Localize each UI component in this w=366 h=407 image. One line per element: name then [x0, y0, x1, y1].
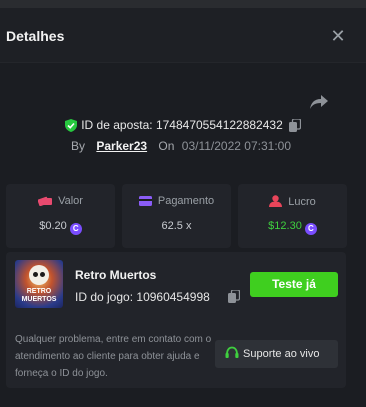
skull-icon — [29, 265, 49, 285]
bet-id-value: 1748470554122882432 — [155, 118, 283, 132]
close-icon[interactable]: ✕ — [326, 24, 350, 48]
stat-valor: Valor $0.20 C — [6, 184, 115, 248]
live-support-button[interactable]: Suporte ao vivo — [215, 340, 338, 368]
play-button[interactable]: Teste já — [250, 272, 338, 297]
coin-icon: C — [69, 223, 82, 235]
stat-label: Pagamento — [157, 195, 215, 207]
top-strip — [0, 0, 366, 8]
game-id-label: ID do jogo: — [75, 290, 134, 304]
copy-icon[interactable] — [228, 289, 241, 308]
game-id: ID do jogo: 10960454998 — [75, 290, 210, 304]
share-icon[interactable] — [309, 94, 331, 112]
stat-value: $12.30 — [268, 220, 302, 232]
stat-pagamento: Pagamento 62.5 x — [122, 184, 231, 248]
game-thumbnail[interactable]: RETRO MUERTOS — [15, 260, 63, 308]
by-label: By — [71, 139, 86, 153]
stat-lucro: Lucro $12.30 C — [238, 184, 347, 248]
user-icon — [269, 195, 283, 210]
thumb-title-1: RETRO — [26, 288, 52, 295]
thumb-title-2: MUERTOS — [21, 296, 57, 303]
support-label: Suporte ao vivo — [243, 348, 320, 360]
bet-datetime: 03/11/2022 07:31:00 — [181, 139, 291, 153]
on-label: On — [158, 139, 175, 153]
stat-label: Valor — [58, 195, 83, 207]
bet-id-line: ID de aposta: 1748470554122882432 — [0, 118, 366, 135]
help-text: Qualquer problema, entre em contato com … — [15, 334, 212, 379]
card-icon — [138, 196, 152, 209]
panel-title: Detalhes — [6, 28, 65, 44]
details-panel: Detalhes ✕ ID de aposta: 174847055412288… — [0, 8, 366, 407]
panel-header: Detalhes ✕ — [0, 8, 366, 63]
stat-value: $0.20 — [39, 220, 67, 232]
headset-icon — [225, 343, 239, 371]
user-link[interactable]: Parker23 — [96, 139, 147, 153]
bet-id-label: ID de aposta: — [81, 118, 153, 132]
stat-label: Lucro — [288, 196, 316, 208]
game-name: Retro Muertos — [75, 268, 157, 282]
money-icon — [37, 195, 53, 209]
bet-byline: By Parker23 On 03/11/2022 07:31:00 — [71, 139, 291, 153]
stat-value: 62.5 x — [161, 220, 192, 232]
game-id-value: 10960454998 — [136, 290, 210, 304]
game-card: RETRO MUERTOS Retro Muertos ID do jogo: 1… — [6, 252, 346, 388]
shield-check-icon — [65, 119, 78, 135]
copy-icon[interactable] — [288, 118, 301, 135]
coin-icon: C — [304, 223, 317, 235]
